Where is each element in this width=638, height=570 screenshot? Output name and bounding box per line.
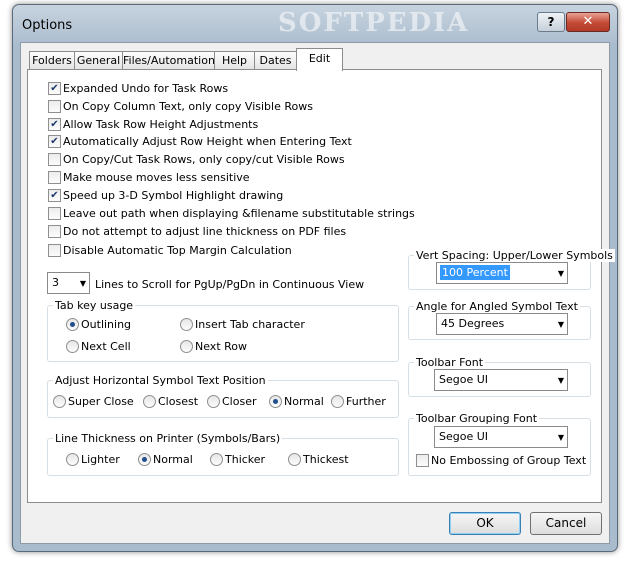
radio-thickest[interactable] [288, 453, 301, 466]
chevron-down-icon: ▼ [557, 320, 564, 329]
close-button[interactable]: ✕ [566, 12, 610, 32]
radio-label: Normal [284, 395, 324, 408]
radio-label: Next Row [195, 340, 247, 353]
checkbox-label: Expanded Undo for Task Rows [63, 82, 229, 95]
checkbox-label: On Copy/Cut Task Rows, only copy/cut Vis… [63, 153, 345, 166]
angle-select[interactable]: 45 Degrees ▼ [436, 313, 568, 335]
checkbox-label: Make mouse moves less sensitive [63, 171, 250, 184]
angle-value: 45 Degrees [441, 317, 505, 330]
tab-files-automation[interactable]: Files/Automation [122, 51, 215, 70]
cancel-button[interactable]: Cancel [530, 512, 602, 535]
scroll-lines-select[interactable]: 3 ▼ [47, 272, 90, 294]
checkbox-label: Do not attempt to adjust line thickness … [63, 225, 347, 238]
help-button[interactable]: ? [537, 12, 565, 32]
checkbox-copy-cut-visible[interactable] [48, 153, 61, 166]
radio-further[interactable] [331, 395, 344, 408]
checkbox-label: Automatically Adjust Row Height when Ent… [63, 135, 352, 148]
toolbar-font-value: Segoe UI [439, 373, 489, 386]
chevron-down-icon: ▼ [557, 269, 564, 278]
radio-closer[interactable] [207, 395, 220, 408]
radio-thicker[interactable] [210, 453, 223, 466]
radio-super-close[interactable] [53, 395, 66, 408]
radio-outlining[interactable] [66, 318, 79, 331]
chevron-down-icon: ▼ [557, 376, 564, 385]
radio-label: Thickest [303, 453, 349, 466]
tab-key-usage-group [47, 305, 399, 362]
radio-label: Outlining [81, 318, 132, 331]
grouping-font-select[interactable]: Segoe UI ▼ [434, 426, 568, 448]
radio-lighter[interactable] [66, 453, 79, 466]
checkbox-speed-3d[interactable]: ✔ [48, 189, 61, 202]
checkbox-label: Allow Task Row Height Adjustments [63, 118, 259, 131]
group-title: Angle for Angled Symbol Text [414, 300, 580, 313]
checkbox-label: Leave out path when displaying &filename… [63, 207, 415, 220]
vert-spacing-value: 100 Percent [440, 265, 510, 280]
chevron-down-icon: ▼ [79, 279, 86, 288]
checkbox-pdf-thickness[interactable] [48, 225, 61, 238]
radio-normal-position[interactable] [269, 395, 282, 408]
checkbox-mouse-sensitivity[interactable] [48, 171, 61, 184]
ok-button[interactable]: OK [449, 512, 521, 535]
checkbox-leave-out-path[interactable] [48, 207, 61, 220]
tab-edit[interactable]: Edit [296, 48, 343, 71]
scroll-lines-value: 3 [52, 276, 59, 289]
checkbox-label: On Copy Column Text, only copy Visible R… [63, 100, 313, 113]
tab-general[interactable]: General [74, 51, 123, 70]
group-title: Line Thickness on Printer (Symbols/Bars) [53, 432, 283, 445]
radio-label: Insert Tab character [195, 318, 305, 331]
radio-normal-thickness[interactable] [138, 453, 151, 466]
checkbox-copy-visible-rows[interactable] [48, 100, 61, 113]
checkbox-disable-top-margin[interactable] [48, 244, 61, 257]
radio-label: Closer [222, 395, 257, 408]
checkbox-expanded-undo[interactable]: ✔ [48, 82, 61, 95]
watermark: SOFTPEDIA [278, 8, 470, 38]
tab-folders[interactable]: Folders [29, 51, 75, 70]
radio-label: Further [346, 395, 386, 408]
radio-closest[interactable] [143, 395, 156, 408]
chevron-down-icon: ▼ [557, 433, 564, 442]
checkbox-label: Disable Automatic Top Margin Calculation [63, 244, 292, 257]
radio-label: Thicker [225, 453, 266, 466]
group-title: Adjust Horizontal Symbol Text Position [53, 374, 268, 387]
window-title: Options [22, 18, 73, 33]
vert-spacing-select[interactable]: 100 Percent ▼ [436, 262, 568, 284]
radio-label: Normal [153, 453, 193, 466]
checkbox-row-height-adjust[interactable]: ✔ [48, 118, 61, 131]
checkbox-label: No Embossing of Group Text [431, 454, 587, 467]
group-title: Tab key usage [53, 299, 136, 312]
radio-next-cell[interactable] [66, 340, 79, 353]
radio-label: Next Cell [81, 340, 131, 353]
checkbox-label: Speed up 3-D Symbol Highlight drawing [63, 189, 284, 202]
radio-label: Lighter [81, 453, 120, 466]
checkbox-no-embossing[interactable] [416, 454, 429, 467]
radio-label: Closest [158, 395, 199, 408]
tab-help[interactable]: Help [214, 51, 255, 70]
group-title: Vert Spacing: Upper/Lower Symbols [414, 249, 615, 262]
radio-insert-tab[interactable] [180, 318, 193, 331]
grouping-font-value: Segoe UI [439, 430, 489, 443]
radio-next-row[interactable] [180, 340, 193, 353]
radio-label: Super Close [68, 395, 134, 408]
checkbox-auto-row-height[interactable]: ✔ [48, 135, 61, 148]
group-title: Toolbar Font [414, 356, 486, 369]
group-title: Toolbar Grouping Font [414, 412, 540, 425]
tab-dates[interactable]: Dates [254, 51, 297, 70]
scroll-lines-label: Lines to Scroll for PgUp/PgDn in Continu… [95, 278, 365, 291]
toolbar-font-select[interactable]: Segoe UI ▼ [434, 369, 568, 391]
